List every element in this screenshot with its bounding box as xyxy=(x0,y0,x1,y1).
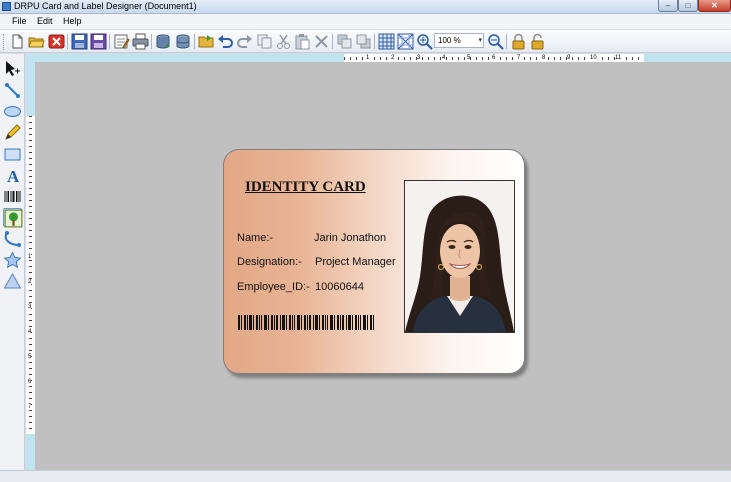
menu-help[interactable]: Help xyxy=(63,16,82,26)
properties-icon[interactable] xyxy=(113,33,130,50)
horizontal-ruler-scale: 1 2 3 4 5 6 7 8 9 10 11 xyxy=(344,54,644,62)
rectangle-tool-icon[interactable] xyxy=(3,145,22,164)
tools-panel: A xyxy=(0,54,25,470)
text-tool-icon[interactable]: A xyxy=(3,166,22,185)
send-back-icon[interactable] xyxy=(355,33,372,50)
toolbar-separator xyxy=(374,34,375,49)
name-label[interactable]: Name:- xyxy=(237,232,273,244)
ruler-number: 7 xyxy=(28,404,32,410)
title-bar: DRPU Card and Label Designer (Document1)… xyxy=(0,0,731,14)
svg-text:A: A xyxy=(7,167,20,185)
redo-icon[interactable] xyxy=(236,33,253,50)
ruler-number: 5 xyxy=(28,354,32,360)
chevron-down-icon: ▾ xyxy=(478,37,482,44)
barcode-tool-icon[interactable] xyxy=(3,187,22,206)
database-list-icon[interactable] xyxy=(175,33,192,50)
save-as-icon[interactable] xyxy=(90,33,107,50)
open-folder-icon[interactable] xyxy=(198,33,215,50)
ruler-number: 1 xyxy=(366,55,370,61)
ruler-number: 8 xyxy=(542,55,546,61)
toolbar-separator xyxy=(67,34,68,49)
star-tool-icon[interactable] xyxy=(3,251,22,270)
ruler-number: 4 xyxy=(28,329,32,335)
line-tool-icon[interactable] xyxy=(3,81,22,100)
horizontal-ruler: 1 2 3 4 5 6 7 8 9 10 11 xyxy=(26,54,731,62)
triangle-tool-icon[interactable] xyxy=(3,272,22,291)
pencil-tool-icon[interactable] xyxy=(3,123,22,142)
ruler-number: 7 xyxy=(517,55,521,61)
zoom-value: 100 % xyxy=(438,36,461,45)
vertical-ruler-scale: 1 2 3 4 5 6 7 xyxy=(26,116,35,434)
ruler-number: 3 xyxy=(417,55,421,61)
employee-id-label[interactable]: Employee_ID:- xyxy=(237,281,310,293)
ruler-number: 4 xyxy=(442,55,446,61)
paste-icon[interactable] xyxy=(294,33,311,50)
database-icon[interactable] xyxy=(155,33,172,50)
ruler-number: 10 xyxy=(590,55,597,61)
curve-tool-icon[interactable] xyxy=(3,230,22,249)
toolbar-separator xyxy=(151,34,152,49)
ruler-number: 6 xyxy=(28,379,32,385)
minimize-button[interactable]: ‒ xyxy=(658,0,678,12)
ellipse-tool-icon[interactable] xyxy=(3,102,22,121)
card-title[interactable]: IDENTITY CARD xyxy=(245,179,366,196)
designation-value[interactable]: Project Manager xyxy=(315,256,396,268)
window-title: DRPU Card and Label Designer (Document1) xyxy=(14,1,197,11)
delete-icon[interactable] xyxy=(313,33,330,50)
barcode[interactable] xyxy=(238,315,374,330)
ruler-number: 6 xyxy=(492,55,496,61)
pointer-tool-icon[interactable] xyxy=(3,59,22,78)
id-card[interactable]: IDENTITY CARD Name:- Jarin Jonathon Desi… xyxy=(223,149,525,374)
ruler-number: 11 xyxy=(615,55,622,61)
undo-icon[interactable] xyxy=(217,33,234,50)
close-button[interactable]: ✕ xyxy=(698,0,731,12)
close-doc-icon[interactable] xyxy=(48,33,65,50)
new-icon[interactable] xyxy=(9,33,26,50)
save-icon[interactable] xyxy=(71,33,88,50)
menu-edit[interactable]: Edit xyxy=(37,16,53,26)
copy-icon[interactable] xyxy=(256,33,273,50)
main-toolbar: 100 % ▾ xyxy=(0,30,731,53)
image-tool-icon[interactable] xyxy=(3,208,23,228)
zoom-in-icon[interactable] xyxy=(416,33,433,50)
portrait-image xyxy=(405,181,514,332)
ruler-number: 9 xyxy=(567,55,571,61)
menu-file[interactable]: File xyxy=(12,16,27,26)
zoom-select[interactable]: 100 % ▾ xyxy=(434,33,484,48)
ruler-number: 3 xyxy=(28,304,32,310)
bring-front-icon[interactable] xyxy=(336,33,353,50)
toolbar-separator xyxy=(506,34,507,49)
print-icon[interactable] xyxy=(132,33,149,50)
name-value[interactable]: Jarin Jonathon xyxy=(314,232,386,244)
app-icon xyxy=(2,2,11,11)
ruler-number: 5 xyxy=(467,55,471,61)
status-bar xyxy=(0,470,731,482)
employee-photo[interactable] xyxy=(404,180,515,333)
toolbar-separator xyxy=(332,34,333,49)
ruler-number: 2 xyxy=(28,279,32,285)
unlock-icon[interactable] xyxy=(529,33,546,50)
toolbar-separator xyxy=(194,34,195,49)
employee-id-value[interactable]: 10060644 xyxy=(315,281,364,293)
ruler-number: 1 xyxy=(28,254,32,260)
cut-icon[interactable] xyxy=(275,33,292,50)
ruler-number: 2 xyxy=(391,55,395,61)
designation-label[interactable]: Designation:- xyxy=(237,256,302,268)
snap-grid-icon[interactable] xyxy=(397,33,414,50)
menu-bar: File Edit Help xyxy=(0,14,731,30)
toolbar-separator xyxy=(109,34,110,49)
lock-icon[interactable] xyxy=(510,33,527,50)
zoom-out-icon[interactable] xyxy=(487,33,504,50)
toolbar-grip xyxy=(3,34,6,50)
open-icon[interactable] xyxy=(28,33,45,50)
vertical-ruler: 1 2 3 4 5 6 7 xyxy=(26,54,35,470)
maximize-button[interactable]: □ xyxy=(678,0,698,12)
grid-icon[interactable] xyxy=(378,33,395,50)
